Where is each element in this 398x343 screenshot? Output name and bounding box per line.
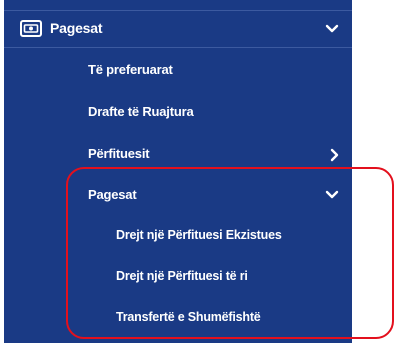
menu-item-label: Përfituesit	[88, 146, 150, 161]
chevron-right-icon	[330, 148, 339, 162]
chevron-down-icon[interactable]	[325, 24, 339, 34]
menu-section-label: Pagesat	[50, 20, 103, 36]
submenu-item-drejt-perfituesi-ekzistues[interactable]: Drejt një Përfituesi Ekzistues	[4, 218, 352, 252]
submenu-item-label: Drejt një Përfituesi Ekzistues	[116, 228, 282, 242]
chevron-down-icon	[325, 190, 339, 199]
menu-item-label: Pagesat	[88, 187, 137, 202]
menu-item-label: Të preferuarat	[88, 62, 173, 77]
side-menu: Pagesat Të preferuarat Drafte të Ruajtur…	[4, 0, 352, 343]
menu-item-perfituesit[interactable]: Përfituesit	[4, 136, 352, 170]
menu-section-pagesat[interactable]: Pagesat	[4, 10, 352, 48]
submenu-item-label: Drejt një Përfituesi të ri	[116, 269, 248, 283]
submenu-item-transferte-e-shumefishte[interactable]: Transfertë e Shumëfishtë	[4, 300, 352, 334]
submenu-item-drejt-perfituesi-te-ri[interactable]: Drejt një Përfituesi të ri	[4, 259, 352, 293]
menu-item-drafte-te-ruajtura[interactable]: Drafte të Ruajtura	[4, 94, 352, 128]
money-bill-icon	[20, 20, 42, 37]
submenu-item-label: Transfertë e Shumëfishtë	[116, 310, 261, 324]
menu-item-label: Drafte të Ruajtura	[88, 104, 194, 119]
menu-item-pagesat[interactable]: Pagesat	[4, 177, 352, 211]
menu-item-te-preferuarat[interactable]: Të preferuarat	[4, 52, 352, 86]
